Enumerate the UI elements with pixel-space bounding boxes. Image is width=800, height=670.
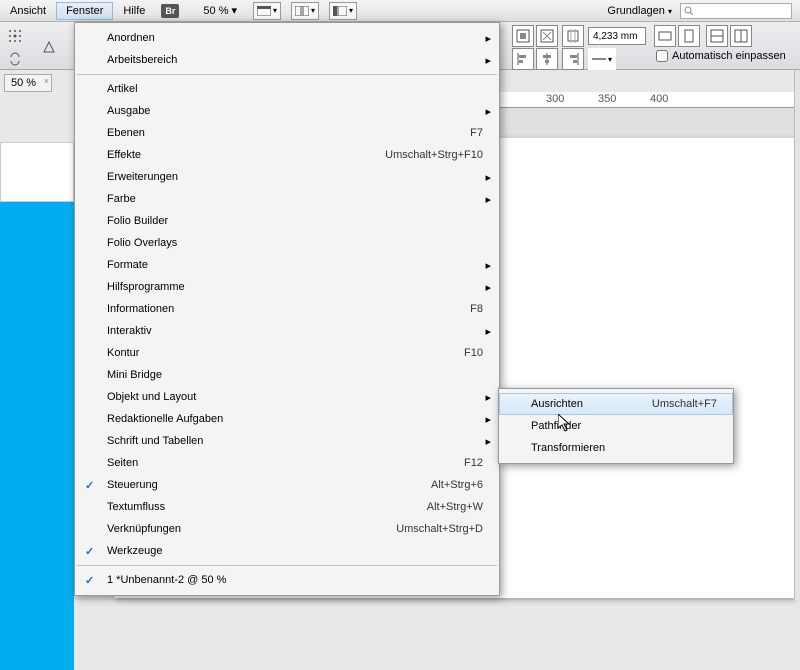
submenu-transformieren[interactable]: Transformieren	[499, 437, 733, 459]
autofit-checkbox[interactable]: Automatisch einpassen	[656, 50, 786, 62]
menu-schrift-tabellen[interactable]: Schrift und Tabellen▸	[75, 430, 499, 452]
menu-ausgabe[interactable]: Ausgabe▸	[75, 100, 499, 122]
doc-tab[interactable]: 50 %×	[4, 74, 52, 92]
menu-folio-overlays[interactable]: Folio Overlays	[75, 232, 499, 254]
fit-content-icon[interactable]	[512, 25, 534, 47]
fenster-menu: Anordnen▸ Arbeitsbereich▸ Artikel Ausgab…	[74, 22, 500, 596]
menu-redaktionelle[interactable]: Redaktionelle Aufgaben▸	[75, 408, 499, 430]
menu-mini-bridge[interactable]: Mini Bridge	[75, 364, 499, 386]
menu-seiten[interactable]: SeitenF12	[75, 452, 499, 474]
chevron-right-icon: ▸	[485, 105, 491, 118]
scrollbar-right[interactable]	[794, 70, 800, 600]
align-center-icon[interactable]	[536, 48, 558, 70]
menubar-item-fenster[interactable]: Fenster	[56, 2, 113, 20]
menu-interaktiv[interactable]: Interaktiv▸	[75, 320, 499, 342]
menubar: Ansicht Fenster Hilfe Br 50 % ▾ ▾ ▾ ▾ Gr…	[0, 0, 800, 22]
chevron-right-icon: ▸	[485, 193, 491, 206]
fit-opt3-icon[interactable]	[706, 25, 728, 47]
check-icon: ✓	[85, 479, 94, 492]
menu-anordnen[interactable]: Anordnen▸	[75, 27, 499, 49]
flip-h-icon[interactable]	[38, 36, 60, 58]
menu-separator	[77, 565, 497, 566]
menu-arbeitsbereich[interactable]: Arbeitsbereich▸	[75, 49, 499, 71]
chevron-right-icon: ▸	[485, 259, 491, 272]
autofit-label: Automatisch einpassen	[672, 50, 786, 62]
menu-objekt-layout[interactable]: Objekt und Layout▸	[75, 386, 499, 408]
chevron-right-icon: ▸	[485, 281, 491, 294]
menu-hilfsprogramme[interactable]: Hilfsprogramme▸	[75, 276, 499, 298]
constrain-icon[interactable]	[4, 48, 26, 70]
menu-ebenen[interactable]: EbenenF7	[75, 122, 499, 144]
chevron-right-icon: ▸	[485, 413, 491, 426]
menu-formate[interactable]: Formate▸	[75, 254, 499, 276]
search-icon	[684, 6, 694, 16]
menu-werkzeuge[interactable]: ✓Werkzeuge	[75, 540, 499, 562]
menubar-item-ansicht[interactable]: Ansicht	[0, 2, 56, 20]
menubar-item-hilfe[interactable]: Hilfe	[113, 2, 155, 20]
stroke-width-field[interactable]	[588, 27, 646, 45]
workspace-switcher[interactable]: Grundlagen ▾	[607, 5, 672, 17]
left-panel: 50 %×	[0, 70, 74, 600]
align-right-icon[interactable]	[562, 48, 584, 70]
menu-kontur[interactable]: KonturF10	[75, 342, 499, 364]
frame-crop-icon[interactable]	[562, 25, 584, 47]
screen-mode-icon[interactable]: ▾	[253, 2, 281, 20]
ref-point-icon[interactable]	[4, 25, 26, 47]
view-options-icon[interactable]: ▾	[329, 2, 357, 20]
chevron-right-icon: ▸	[485, 32, 491, 45]
menu-folio-builder[interactable]: Folio Builder	[75, 210, 499, 232]
check-icon: ✓	[85, 574, 94, 587]
chevron-right-icon: ▸	[485, 325, 491, 338]
bridge-button[interactable]: Br	[161, 4, 179, 18]
chevron-right-icon: ▸	[485, 391, 491, 404]
menu-textumfluss[interactable]: TextumflussAlt+Strg+W	[75, 496, 499, 518]
menu-farbe[interactable]: Farbe▸	[75, 188, 499, 210]
check-icon: ✓	[85, 545, 94, 558]
autofit-check-input[interactable]	[656, 50, 668, 62]
close-icon[interactable]: ×	[44, 76, 49, 86]
chevron-right-icon: ▸	[485, 171, 491, 184]
menu-separator	[77, 74, 497, 75]
fit-opt1-icon[interactable]	[654, 25, 676, 47]
menu-artikel[interactable]: Artikel	[75, 78, 499, 100]
menu-verknuepfungen[interactable]: VerknüpfungenUmschalt+Strg+D	[75, 518, 499, 540]
zoom-level[interactable]: 50 % ▾	[197, 1, 243, 20]
fit-opt2-icon[interactable]	[678, 25, 700, 47]
fit-opt4-icon[interactable]	[730, 25, 752, 47]
search-input[interactable]	[680, 3, 792, 19]
submenu-ausrichten[interactable]: AusrichtenUmschalt+F7	[499, 393, 733, 415]
objekt-layout-submenu: AusrichtenUmschalt+F7 Pathfinder Transfo…	[498, 388, 734, 464]
menu-effekte[interactable]: EffekteUmschalt+Strg+F10	[75, 144, 499, 166]
stroke-style-icon[interactable]: ▾	[588, 48, 616, 70]
align-left-icon[interactable]	[512, 48, 534, 70]
chevron-right-icon: ▸	[485, 435, 491, 448]
menu-informationen[interactable]: InformationenF8	[75, 298, 499, 320]
submenu-pathfinder[interactable]: Pathfinder	[499, 415, 733, 437]
fit-frame-icon[interactable]	[536, 25, 558, 47]
chevron-right-icon: ▸	[485, 54, 491, 67]
arrange-docs-icon[interactable]: ▾	[291, 2, 319, 20]
menu-erweiterungen[interactable]: Erweiterungen▸	[75, 166, 499, 188]
menu-doc-1[interactable]: ✓1 *Unbenannt-2 @ 50 %	[75, 569, 499, 591]
menu-steuerung[interactable]: ✓SteuerungAlt+Strg+6	[75, 474, 499, 496]
panel-white-area	[0, 142, 74, 202]
